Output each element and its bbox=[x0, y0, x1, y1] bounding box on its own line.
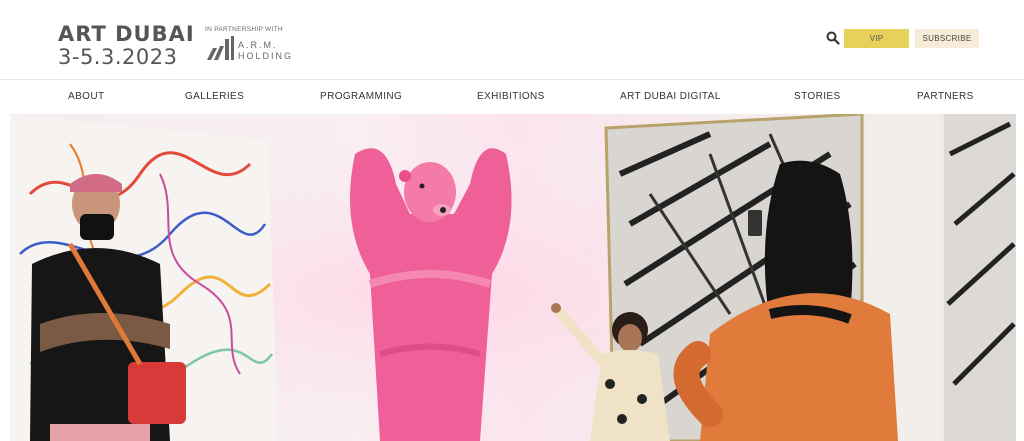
partner-block[interactable]: IN PARTNERSHIP WITH A.R.M. HOLDING bbox=[205, 26, 291, 61]
nav-item-exhibitions[interactable]: EXHIBITIONS bbox=[477, 91, 545, 102]
nav-item-art-dubai-digital[interactable]: ART DUBAI DIGITAL bbox=[620, 91, 721, 102]
nav-item-programming[interactable]: PROGRAMMING bbox=[320, 91, 402, 102]
nav-item-stories[interactable]: STORIES bbox=[794, 91, 841, 102]
nav-item-partners[interactable]: PARTNERS bbox=[917, 91, 974, 102]
logo-dates: 3-5.3.2023 bbox=[58, 45, 178, 69]
main-nav: ABOUT GALLERIES PROGRAMMING EXHIBITIONS … bbox=[0, 80, 1024, 114]
partner-name-line2: HOLDING bbox=[238, 51, 294, 61]
partner-name-line1: A.R.M. bbox=[238, 40, 278, 50]
search-icon[interactable] bbox=[826, 31, 840, 45]
art-dubai-logo[interactable]: ART DUBAI 3-5.3.2023 bbox=[58, 22, 195, 68]
partner-name: A.R.M. HOLDING bbox=[238, 40, 293, 62]
header: ART DUBAI 3-5.3.2023 IN PARTNERSHIP WITH… bbox=[0, 0, 1024, 80]
arm-holding-logo-mark bbox=[207, 36, 234, 60]
partner-caption: IN PARTNERSHIP WITH bbox=[205, 26, 283, 33]
hero-image bbox=[10, 114, 1016, 441]
nav-item-galleries[interactable]: GALLERIES bbox=[185, 91, 244, 102]
subscribe-button[interactable]: SUBSCRIBE bbox=[915, 29, 979, 48]
vip-button[interactable]: VIP bbox=[844, 29, 909, 48]
nav-item-about[interactable]: ABOUT bbox=[68, 91, 104, 102]
logo-title: ART DUBAI bbox=[58, 22, 195, 46]
hero-illustration bbox=[10, 114, 1016, 441]
